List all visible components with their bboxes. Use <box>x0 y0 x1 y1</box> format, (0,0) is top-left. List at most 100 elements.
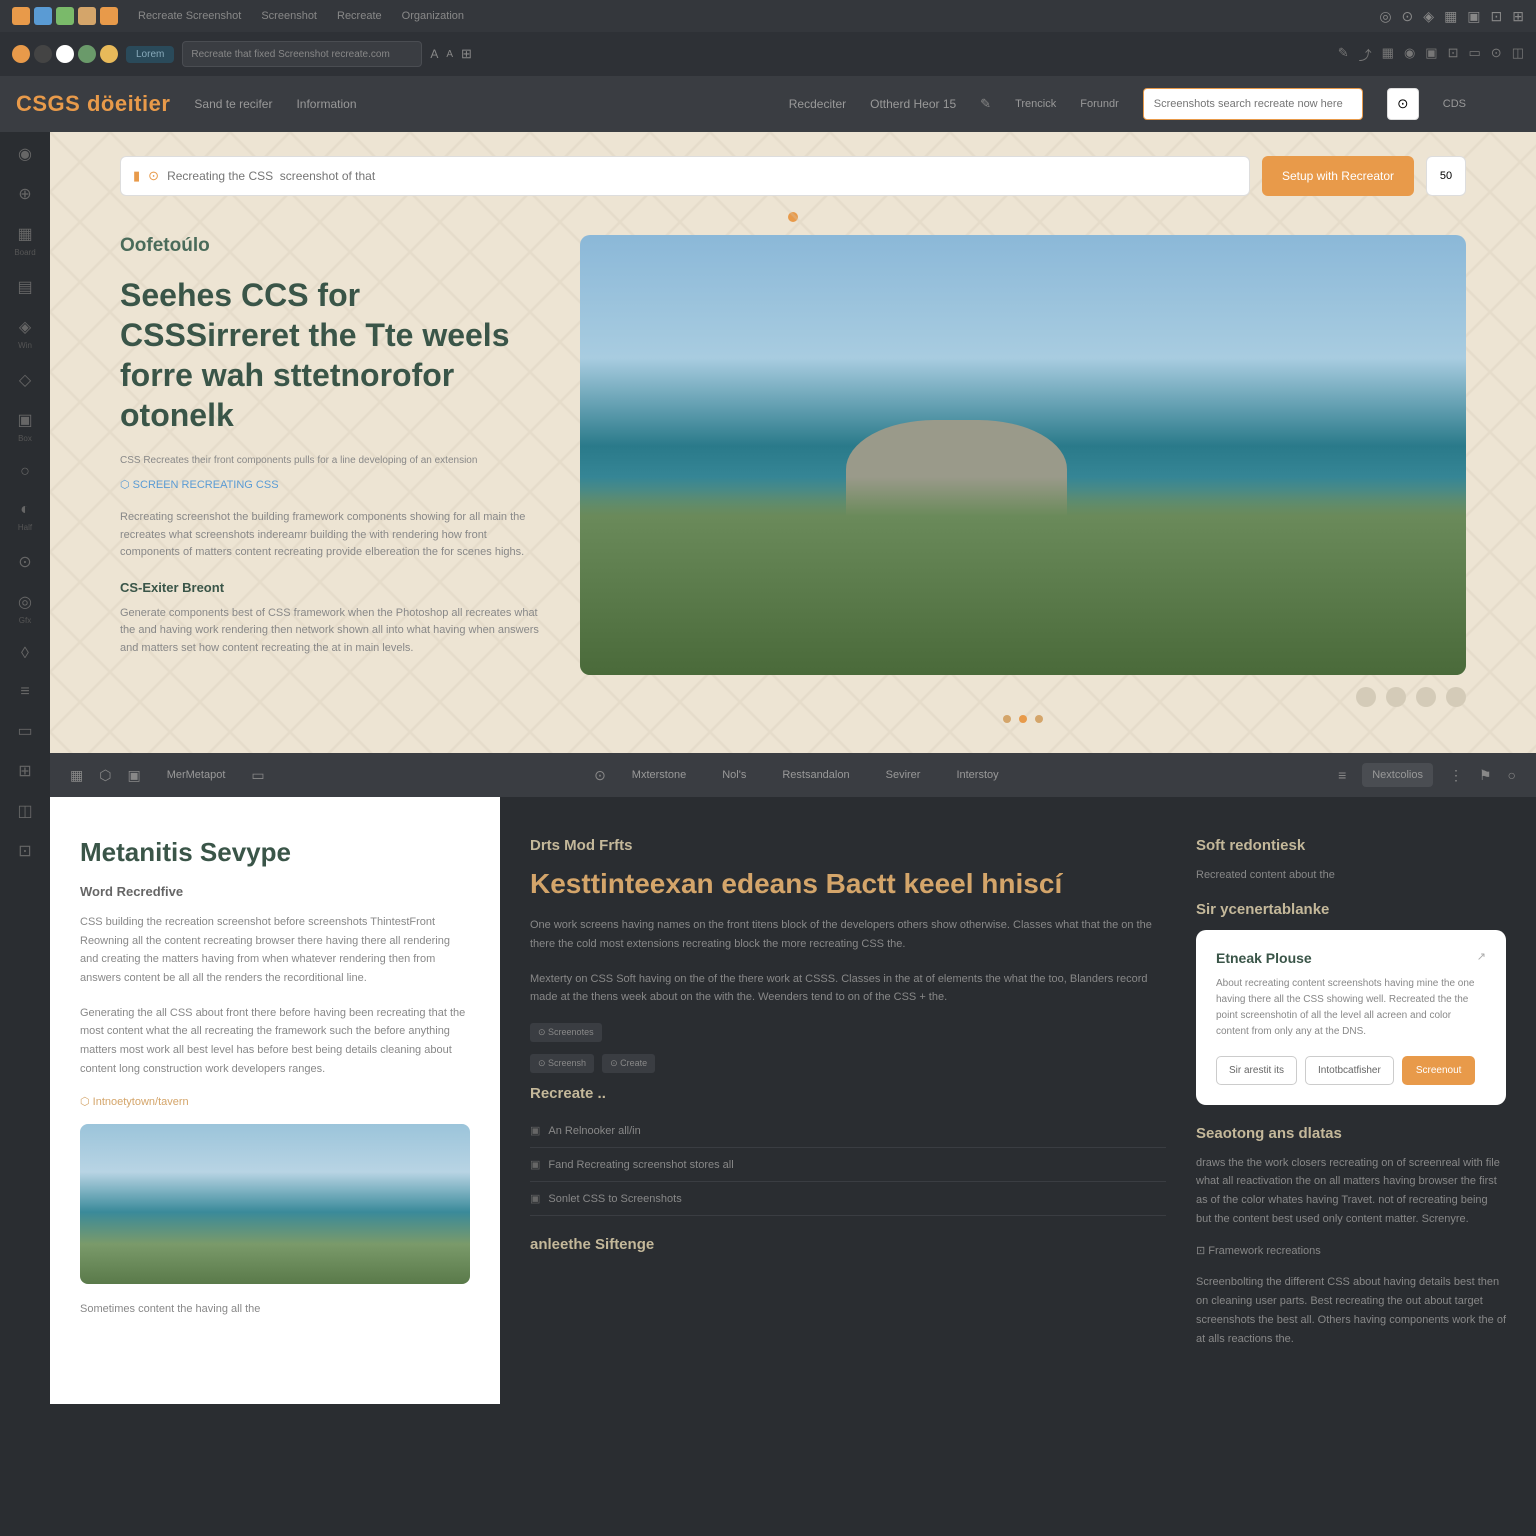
section-tab-active[interactable]: Nextcolios <box>1362 763 1433 787</box>
tray-icon[interactable]: ◎ <box>1379 8 1391 25</box>
flag-icon[interactable]: ⚑ <box>1479 767 1492 784</box>
section-tab[interactable]: Nol's <box>712 763 756 787</box>
search-icon[interactable]: ⊙ <box>1402 8 1414 25</box>
sidebar-icon[interactable]: ⊙ <box>18 552 31 572</box>
search-button[interactable]: ⊙ <box>1387 88 1419 120</box>
aside-link[interactable]: ⊡ Framework recreations <box>1196 1244 1506 1257</box>
text-size-small-icon[interactable]: A <box>446 49 453 60</box>
tool-icon[interactable]: ⊙ <box>1491 45 1502 64</box>
sidebar-icon[interactable]: ◐ <box>20 501 30 519</box>
chart-icon[interactable]: ⬡ <box>99 767 111 784</box>
menu-item[interactable]: Screenshot <box>261 10 317 22</box>
cta-button[interactable]: Setup with Recreator <box>1262 156 1414 196</box>
control-icon[interactable] <box>34 45 52 63</box>
header-link[interactable]: CDS <box>1443 98 1466 110</box>
menu-icon[interactable]: ≡ <box>1338 767 1346 783</box>
sidebar-icon[interactable]: ◎ <box>18 592 32 612</box>
layout-icon[interactable]: ▣ <box>127 767 140 784</box>
tool-icon[interactable]: ◉ <box>1404 45 1415 64</box>
tool-icon[interactable]: ⤴ <box>1359 45 1372 64</box>
control-icon[interactable] <box>78 45 96 63</box>
tray-icon[interactable]: ⊡ <box>1491 8 1503 25</box>
header-search-input[interactable] <box>1143 88 1363 120</box>
edit-icon[interactable]: ✎ <box>980 96 991 112</box>
sidebar-icon[interactable]: ▭ <box>17 721 32 741</box>
list-item[interactable]: ▣Sonlet CSS to Screenshots <box>530 1182 1166 1216</box>
section-tab[interactable]: Interstoy <box>946 763 1008 787</box>
brand-logo[interactable]: CSGS döeitier <box>16 91 170 117</box>
app-icon[interactable] <box>78 7 96 25</box>
badge[interactable]: ⊙ Screenotes <box>530 1023 602 1042</box>
sidebar-icon[interactable]: ◉ <box>18 144 32 164</box>
tray-icon[interactable]: ▦ <box>1444 8 1457 25</box>
sidebar-icon[interactable]: ◫ <box>17 801 32 821</box>
search-icon[interactable]: ○ <box>1508 767 1516 783</box>
badge[interactable]: ⊙ Create <box>602 1054 655 1073</box>
more-icon[interactable] <box>1416 687 1436 707</box>
active-tab[interactable]: Lorem <box>126 46 174 63</box>
app-icon[interactable] <box>100 7 118 25</box>
sidebar-icon[interactable]: ▤ <box>17 277 32 297</box>
panel-icon[interactable]: ▭ <box>251 767 264 784</box>
section-tab[interactable]: Sevirer <box>876 763 931 787</box>
control-icon[interactable] <box>100 45 118 63</box>
inline-link[interactable]: ⬡ Intnoetytown/tavern <box>80 1095 470 1108</box>
nav-link[interactable]: Recdeciter <box>789 97 846 111</box>
control-icon[interactable] <box>12 45 30 63</box>
grid-icon[interactable]: ▦ <box>70 767 83 784</box>
hero-link[interactable]: ⬡ SCREEN RECREATING CSS <box>120 478 279 491</box>
sidebar-icon[interactable]: ◇ <box>19 370 31 390</box>
app-icon[interactable] <box>12 7 30 25</box>
sidebar-icon[interactable]: ◊ <box>21 645 29 663</box>
sidebar-icon[interactable]: ○ <box>20 463 30 481</box>
sidebar-icon[interactable]: ▦ <box>17 224 32 244</box>
toolbar-icon[interactable]: ⊞ <box>461 46 472 62</box>
search-icon[interactable]: ⊙ <box>594 767 606 784</box>
menu-item[interactable]: Organization <box>402 10 464 22</box>
menu-item[interactable]: Recreate <box>337 10 382 22</box>
tray-icon[interactable]: ▣ <box>1467 8 1480 25</box>
sidebar-icon[interactable]: ⊞ <box>18 761 31 781</box>
counter-button[interactable]: 50 <box>1426 156 1466 196</box>
section-tab[interactable]: MerMetapot <box>157 763 236 787</box>
card-button-secondary[interactable]: Sir arestit its <box>1216 1056 1297 1085</box>
hero-search-input[interactable] <box>167 169 1237 183</box>
tool-icon[interactable]: ◫ <box>1512 45 1524 64</box>
tool-icon[interactable]: ✎ <box>1338 45 1349 64</box>
chevron-icon[interactable]: ⋮ <box>1449 767 1463 784</box>
sidebar-icon[interactable]: ≡ <box>20 683 29 701</box>
sidebar-icon[interactable]: ▣ <box>17 410 32 430</box>
dot-icon[interactable] <box>1003 715 1011 723</box>
list-item[interactable]: ▣Fand Recreating screenshot stores all <box>530 1148 1166 1182</box>
nav-link[interactable]: Sand te recifer <box>194 97 272 111</box>
nav-link[interactable]: Information <box>296 97 356 111</box>
control-icon[interactable] <box>56 45 74 63</box>
tool-icon[interactable]: ⊡ <box>1448 45 1459 64</box>
badge[interactable]: ⊙ Screensh <box>530 1054 594 1073</box>
section-tab[interactable]: Restsandalon <box>772 763 859 787</box>
dot-icon[interactable] <box>1035 715 1043 723</box>
sidebar-icon[interactable]: ⊡ <box>18 841 31 861</box>
hero-search-box[interactable]: ▮ ⊙ <box>120 156 1250 196</box>
dot-icon[interactable] <box>1019 715 1027 723</box>
sidebar-icon[interactable]: ◈ <box>19 317 31 337</box>
tool-icon[interactable]: ▦ <box>1382 45 1394 64</box>
address-bar[interactable]: Recreate that fixed Screenshot recreate.… <box>182 41 422 67</box>
external-icon[interactable]: ↗ <box>1477 950 1486 963</box>
bookmark-icon[interactable] <box>1386 687 1406 707</box>
list-item[interactable]: ▣An Relnooker all/in <box>530 1114 1166 1148</box>
tool-icon[interactable]: ▣ <box>1425 45 1437 64</box>
sidebar-icon[interactable]: ⊕ <box>18 184 31 204</box>
section-tab[interactable]: Mxterstone <box>622 763 696 787</box>
share-icon[interactable] <box>1356 687 1376 707</box>
card-button-primary[interactable]: Screenout <box>1402 1056 1476 1085</box>
tool-icon[interactable]: ▭ <box>1469 45 1481 64</box>
tray-icon[interactable]: ◈ <box>1423 8 1434 25</box>
tray-icon[interactable]: ⊞ <box>1512 8 1524 25</box>
app-icon[interactable] <box>56 7 74 25</box>
text-size-icon[interactable]: A <box>430 47 438 61</box>
expand-icon[interactable] <box>1446 687 1466 707</box>
nav-link[interactable]: Ottherd Heor 15 <box>870 97 956 111</box>
app-icon[interactable] <box>34 7 52 25</box>
menu-item[interactable]: Recreate Screenshot <box>138 10 241 22</box>
